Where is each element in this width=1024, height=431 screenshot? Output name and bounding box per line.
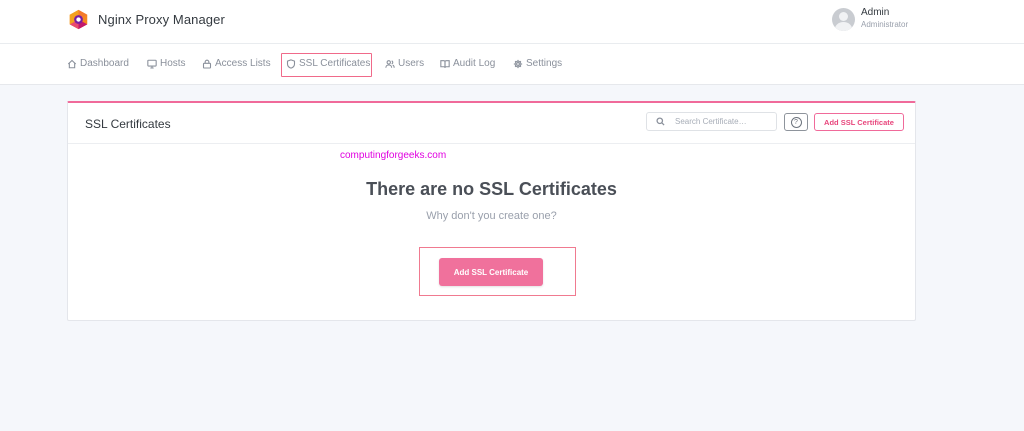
- book-icon: [440, 59, 450, 68]
- nav-item-hosts[interactable]: Hosts: [147, 58, 186, 69]
- main-nav: Dashboard Hosts Access Lists SSL Certifi…: [0, 44, 1024, 85]
- users-icon: [385, 59, 395, 68]
- nav-label: Access Lists: [215, 58, 271, 69]
- nav-label: Hosts: [160, 58, 186, 69]
- nav-label: Settings: [526, 58, 563, 69]
- watermark-text: computingforgeeks.com: [340, 150, 447, 161]
- empty-state-subtitle: Why don't you create one?: [426, 210, 557, 222]
- card-title: SSL Certificates: [85, 117, 171, 131]
- user-menu[interactable]: Admin Administrator: [832, 7, 908, 31]
- nav-label: Users: [398, 58, 425, 69]
- nav-item-settings[interactable]: Settings: [513, 58, 562, 69]
- app-title: Nginx Proxy Manager: [98, 12, 225, 27]
- hexagon-logo-icon: [69, 9, 88, 30]
- search-box[interactable]: [646, 112, 777, 131]
- ssl-certificates-card: SSL Certificates ? Add SSL Certificate c…: [67, 101, 916, 321]
- home-icon: [67, 59, 77, 68]
- nav-item-dashboard[interactable]: Dashboard: [67, 58, 129, 69]
- empty-state-add-ssl-certificate-button[interactable]: Add SSL Certificate: [439, 258, 543, 286]
- lock-icon: [202, 59, 212, 69]
- avatar: [832, 7, 855, 31]
- top-header: Nginx Proxy Manager Admin Administrator: [0, 0, 1024, 44]
- help-icon: ?: [790, 116, 802, 128]
- nav-item-audit-log[interactable]: Audit Log: [440, 58, 495, 69]
- user-name: Admin: [861, 7, 890, 18]
- search-input[interactable]: [675, 117, 775, 126]
- card-header: SSL Certificates ? Add SSL Certificate: [68, 103, 915, 144]
- ssl-nav-highlight-box: [281, 53, 372, 77]
- nav-label: Audit Log: [453, 58, 496, 69]
- nav-item-users[interactable]: Users: [385, 58, 424, 69]
- brand[interactable]: Nginx Proxy Manager: [68, 9, 225, 30]
- help-button[interactable]: ?: [784, 113, 808, 131]
- gear-icon: [513, 59, 523, 68]
- nav-item-access-lists[interactable]: Access Lists: [202, 58, 271, 69]
- search-icon: [656, 117, 665, 126]
- empty-state-title: There are no SSL Certificates: [366, 179, 617, 199]
- add-ssl-certificate-button[interactable]: Add SSL Certificate: [814, 113, 904, 131]
- user-role: Administrator: [861, 20, 909, 29]
- monitor-icon: [147, 59, 157, 69]
- nav-label: Dashboard: [80, 58, 129, 69]
